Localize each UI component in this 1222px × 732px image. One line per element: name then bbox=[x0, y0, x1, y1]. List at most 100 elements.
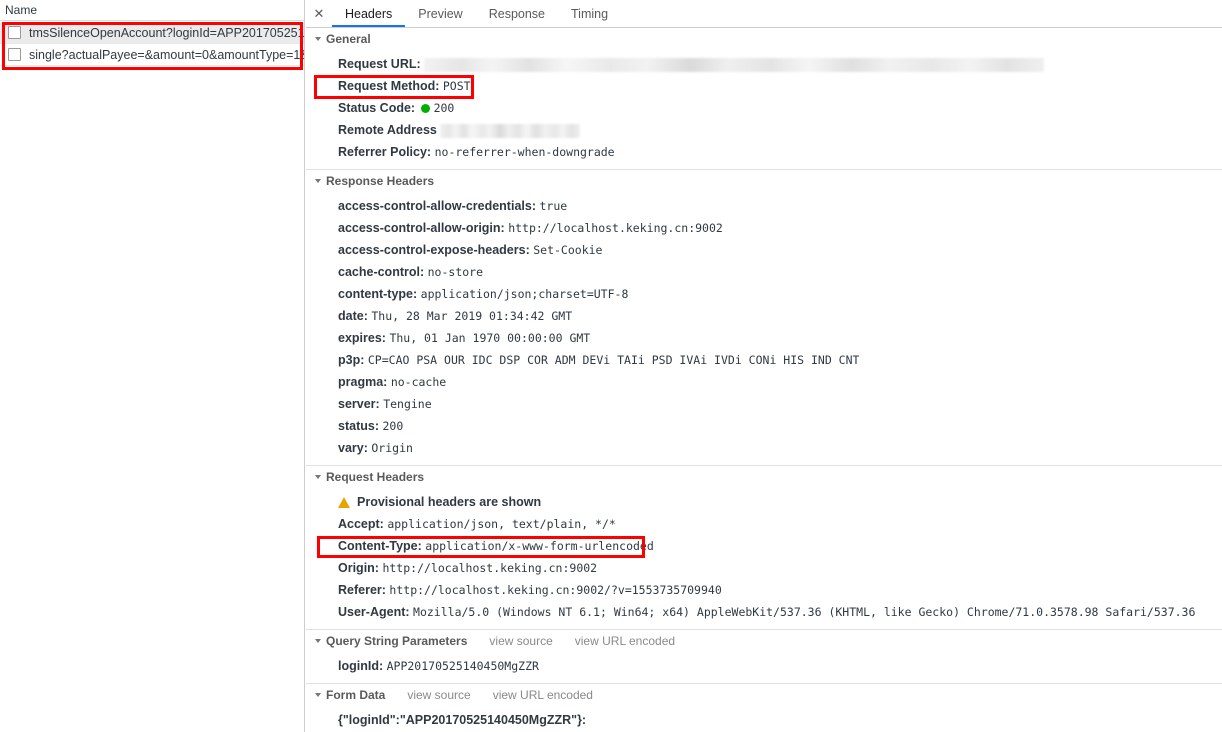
header-name: Remote Address bbox=[338, 123, 437, 137]
section-header-response-headers[interactable]: Response Headers bbox=[306, 170, 1222, 192]
redacted-value bbox=[440, 123, 581, 138]
header-value: Origin bbox=[371, 441, 413, 455]
section-general: General Request URL: Request Method: POS… bbox=[306, 28, 1222, 170]
header-name: Status Code: bbox=[338, 101, 416, 115]
redacted-value bbox=[424, 57, 1045, 72]
section-response-headers: Response Headers access-control-allow-cr… bbox=[306, 170, 1222, 466]
response-header-row: p3p: CP=CAO PSA OUR IDC DSP COR ADM DEVi… bbox=[306, 349, 1222, 371]
header-name: content-type: bbox=[338, 287, 418, 301]
request-header-row: Referer: http://localhost.keking.cn:9002… bbox=[306, 579, 1222, 601]
header-value: http://localhost.keking.cn:9002 bbox=[382, 561, 598, 575]
response-header-row: cache-control: no-store bbox=[306, 261, 1222, 283]
chevron-down-icon[interactable] bbox=[315, 475, 321, 479]
response-header-row: server: Tengine bbox=[306, 393, 1222, 415]
header-name: access-control-expose-headers: bbox=[338, 243, 530, 257]
header-name: Accept: bbox=[338, 517, 384, 531]
status-ok-dot-icon bbox=[420, 103, 430, 113]
rows-query-string-parameters: loginId: APP20170525140450MgZZR bbox=[306, 652, 1222, 683]
response-header-row: access-control-expose-headers: Set-Cooki… bbox=[306, 239, 1222, 261]
response-header-row: content-type: application/json;charset=U… bbox=[306, 283, 1222, 305]
request-list-item[interactable]: tmsSilenceOpenAccount?loginId=APP2017052… bbox=[0, 22, 304, 44]
request-header-row: User-Agent: Mozilla/5.0 (Windows NT 6.1;… bbox=[306, 601, 1222, 623]
section-request-headers: Request Headers Provisional headers are … bbox=[306, 466, 1222, 630]
response-header-row: expires: Thu, 01 Jan 1970 00:00:00 GMT bbox=[306, 327, 1222, 349]
header-value: Tengine bbox=[383, 397, 432, 411]
devtools-network-panel: Name tmsSilenceOpenAccount?loginId=APP20… bbox=[0, 0, 1222, 732]
request-list-item-name: tmsSilenceOpenAccount?loginId=APP2017052… bbox=[29, 25, 304, 40]
response-header-row: access-control-allow-credentials: true bbox=[306, 195, 1222, 217]
header-value: no-cache bbox=[390, 375, 447, 389]
general-row: Referrer Policy: no-referrer-when-downgr… bbox=[306, 141, 1222, 163]
header-name: pragma: bbox=[338, 375, 388, 389]
response-header-row: access-control-allow-origin: http://loca… bbox=[306, 217, 1222, 239]
tab-timing[interactable]: Timing bbox=[558, 1, 621, 27]
header-value: no-store bbox=[427, 265, 484, 279]
tab-response[interactable]: Response bbox=[476, 1, 558, 27]
section-query-string-parameters: Query String Parameters view source view… bbox=[306, 630, 1222, 684]
query-param-row: loginId: APP20170525140450MgZZR bbox=[306, 655, 1222, 677]
section-header-form-data[interactable]: Form Data view source view URL encoded bbox=[306, 684, 1222, 706]
section-header-request-headers[interactable]: Request Headers bbox=[306, 466, 1222, 488]
general-row: Remote Address bbox=[306, 119, 1222, 141]
header-value: CP=CAO PSA OUR IDC DSP COR ADM DEVi TAIi… bbox=[367, 353, 860, 367]
header-value: Set-Cookie bbox=[533, 243, 603, 257]
form-data-row: {"loginId":"APP20170525140450MgZZR"}: bbox=[306, 709, 1222, 731]
section-header-query-string-parameters[interactable]: Query String Parameters view source view… bbox=[306, 630, 1222, 652]
section-title-form-data: Form Data bbox=[326, 688, 386, 702]
formdata-view-source-link[interactable]: view source bbox=[407, 688, 470, 702]
chevron-down-icon[interactable] bbox=[315, 179, 321, 183]
response-header-row: status: 200 bbox=[306, 415, 1222, 437]
chevron-down-icon[interactable] bbox=[315, 37, 321, 41]
general-row: Status Code: 200 bbox=[306, 97, 1222, 119]
headers-content: General Request URL: Request Method: POS… bbox=[306, 28, 1222, 732]
request-detail-panel: ✕ Headers Preview Response Timing Genera… bbox=[306, 0, 1222, 732]
header-name: Referrer Policy: bbox=[338, 145, 432, 159]
chevron-down-icon[interactable] bbox=[315, 639, 321, 643]
request-header-row: Content-Type: application/x-www-form-url… bbox=[306, 535, 1222, 557]
section-header-general[interactable]: General bbox=[306, 28, 1222, 50]
section-title-response-headers: Response Headers bbox=[326, 174, 435, 188]
close-icon[interactable]: ✕ bbox=[306, 1, 332, 27]
header-name: access-control-allow-origin: bbox=[338, 221, 505, 235]
checkbox-icon[interactable] bbox=[8, 48, 21, 61]
header-name: access-control-allow-credentials: bbox=[338, 199, 536, 213]
header-value: http://localhost.keking.cn:9002/?v=15537… bbox=[389, 583, 722, 597]
request-list-item-name: single?actualPayee=&amount=0&amountType=… bbox=[29, 47, 304, 62]
header-name: Request URL: bbox=[338, 57, 421, 71]
header-value: http://localhost.keking.cn:9002 bbox=[508, 221, 723, 235]
header-value: Mozilla/5.0 (Windows NT 6.1; Win64; x64)… bbox=[413, 605, 1196, 619]
formdata-view-url-encoded-link[interactable]: view URL encoded bbox=[493, 688, 593, 702]
header-value: POST bbox=[442, 79, 471, 93]
tab-preview[interactable]: Preview bbox=[405, 1, 475, 27]
header-value: 200 bbox=[382, 419, 404, 433]
section-form-data: Form Data view source view URL encoded {… bbox=[306, 684, 1222, 732]
rows-form-data: {"loginId":"APP20170525140450MgZZR"}: bbox=[306, 706, 1222, 732]
column-header-name[interactable]: Name bbox=[5, 3, 37, 17]
header-name: User-Agent: bbox=[338, 605, 410, 619]
header-name: date: bbox=[338, 309, 368, 323]
chevron-down-icon[interactable] bbox=[315, 693, 321, 697]
response-header-row: date: Thu, 28 Mar 2019 01:34:42 GMT bbox=[306, 305, 1222, 327]
request-header-row: Origin: http://localhost.keking.cn:9002 bbox=[306, 557, 1222, 579]
header-name: Content-Type: bbox=[338, 539, 422, 553]
header-name: status: bbox=[338, 419, 379, 433]
header-value: application/x-www-form-urlencoded bbox=[425, 539, 654, 553]
detail-tabbar: ✕ Headers Preview Response Timing bbox=[306, 0, 1222, 28]
general-row: Request Method: POST bbox=[306, 75, 1222, 97]
provisional-headers-warning-text: Provisional headers are shown bbox=[357, 495, 542, 509]
response-header-row: pragma: no-cache bbox=[306, 371, 1222, 393]
checkbox-icon[interactable] bbox=[8, 26, 21, 39]
request-list[interactable]: tmsSilenceOpenAccount?loginId=APP2017052… bbox=[0, 22, 304, 66]
qsp-view-source-link[interactable]: view source bbox=[489, 634, 552, 648]
tab-headers[interactable]: Headers bbox=[332, 1, 406, 27]
section-title-general: General bbox=[326, 32, 371, 46]
section-title-query-string-parameters: Query String Parameters bbox=[326, 634, 468, 648]
request-list-item[interactable]: single?actualPayee=&amount=0&amountType=… bbox=[0, 44, 304, 66]
request-header-row: Accept: application/json, text/plain, */… bbox=[306, 513, 1222, 535]
network-request-list-panel: Name tmsSilenceOpenAccount?loginId=APP20… bbox=[0, 0, 305, 732]
qsp-view-url-encoded-link[interactable]: view URL encoded bbox=[575, 634, 675, 648]
header-name: Request Method: bbox=[338, 79, 440, 93]
header-value: no-referrer-when-downgrade bbox=[434, 145, 615, 159]
warning-triangle-icon bbox=[338, 496, 350, 508]
header-name: {"loginId":"APP20170525140450MgZZR"}: bbox=[338, 713, 587, 727]
